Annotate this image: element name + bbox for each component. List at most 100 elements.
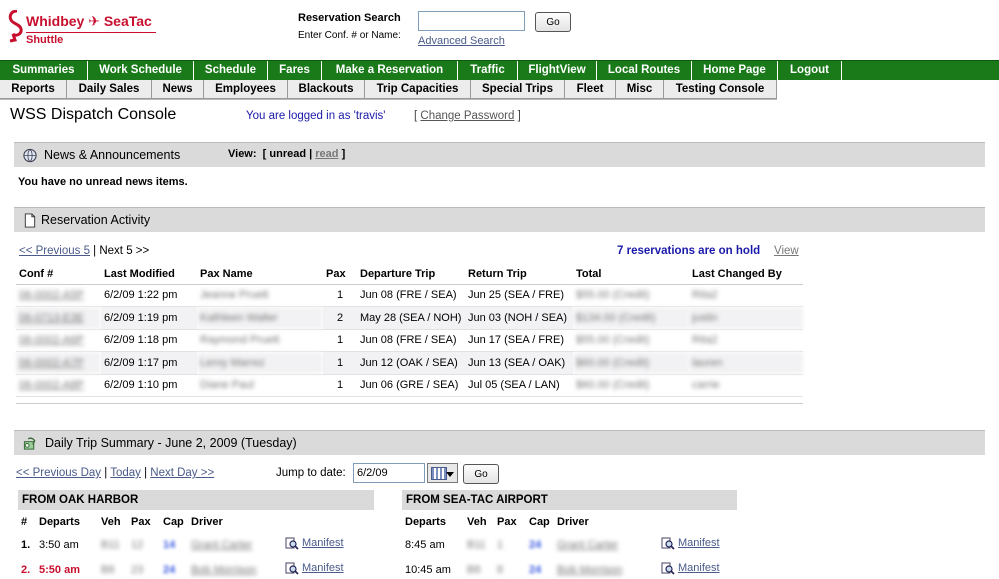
driver-link[interactable]: Bob Morrison bbox=[188, 557, 282, 579]
search-go-button[interactable]: Go bbox=[535, 12, 571, 32]
next-day-link[interactable]: Next Day >> bbox=[150, 467, 214, 479]
oak-header-row: # Departs Veh Pax Cap Driver bbox=[18, 511, 374, 532]
last-changed-by: justin bbox=[689, 306, 803, 330]
departure-trip: May 28 (SEA / NOH) bbox=[357, 306, 465, 330]
conf-number-link[interactable]: 06-0002-A8P bbox=[16, 374, 101, 397]
total-amount: $55.00 (Credit) bbox=[573, 329, 689, 352]
news-view-read-link[interactable]: read bbox=[315, 148, 338, 160]
news-title: News & Announcements bbox=[44, 148, 181, 162]
oak-harbor-table: # Departs Veh Pax Cap Driver 1. 3:50 am B1… bbox=[18, 511, 374, 579]
manifest-link-label[interactable]: Manifest bbox=[302, 562, 344, 574]
oak-col-pax: Pax bbox=[131, 515, 151, 528]
driver-link[interactable]: Bob Morrison bbox=[554, 557, 658, 579]
reservation-section-header: Reservation Activity bbox=[14, 207, 985, 232]
calendar-icon bbox=[431, 467, 447, 480]
nav-blackouts[interactable]: Blackouts bbox=[288, 80, 365, 99]
previous-5-link[interactable]: << Previous 5 bbox=[19, 245, 90, 257]
nav-summaries[interactable]: Summaries bbox=[0, 61, 88, 80]
departs-time: 5:50 am bbox=[39, 563, 80, 576]
nav-traffic[interactable]: Traffic bbox=[458, 61, 518, 80]
news-section-header: News & Announcements bbox=[14, 142, 985, 167]
departs-time: 10:45 am bbox=[405, 563, 451, 576]
col-departure-trip: Departure Trip bbox=[357, 264, 465, 285]
departs-time: 8:45 am bbox=[405, 538, 445, 551]
nav-testing-console[interactable]: Testing Console bbox=[664, 80, 777, 99]
next-5-link[interactable]: Next 5 >> bbox=[99, 245, 149, 257]
manifest-cell: Manifest bbox=[282, 532, 374, 557]
news-empty-message: You have no unread news items. bbox=[18, 176, 188, 188]
sea-col-driver: Driver bbox=[557, 515, 589, 528]
nav-local-routes[interactable]: Local Routes bbox=[597, 61, 692, 80]
advanced-search-link[interactable]: Advanced Search bbox=[418, 35, 505, 47]
manifest-link-label[interactable]: Manifest bbox=[678, 537, 720, 549]
col-last-modified: Last Modified bbox=[101, 264, 197, 285]
nav-employees[interactable]: Employees bbox=[204, 80, 288, 99]
search-input[interactable] bbox=[418, 11, 525, 31]
nav-fares[interactable]: Fares bbox=[268, 61, 322, 80]
oak-col-driver: Driver bbox=[191, 515, 223, 528]
nav-misc[interactable]: Misc bbox=[616, 80, 664, 99]
on-hold-count: 7 reservations are on hold bbox=[617, 245, 761, 257]
conf-number-link[interactable]: 06-0002-A5P bbox=[16, 284, 101, 307]
nav-home-page[interactable]: Home Page bbox=[692, 61, 778, 80]
manifest-link[interactable]: Manifest bbox=[285, 537, 344, 550]
table-row: 8:45 am B11 1 24 Grant Carter Manifest bbox=[402, 532, 737, 557]
previous-day-link[interactable]: << Previous Day bbox=[16, 467, 101, 479]
manifest-link-label[interactable]: Manifest bbox=[678, 562, 720, 574]
nav-reports[interactable]: Reports bbox=[0, 80, 67, 99]
capacity: 24 bbox=[529, 563, 542, 576]
on-hold-view-link[interactable]: View bbox=[774, 245, 799, 257]
nav-work-schedule[interactable]: Work Schedule bbox=[88, 61, 194, 80]
calendar-picker-button[interactable] bbox=[427, 463, 458, 483]
page-title: WSS Dispatch Console bbox=[10, 106, 177, 123]
table-row: 1. 3:50 am B11 12 14 Grant Carter Manifest bbox=[18, 532, 374, 557]
nav-flightview[interactable]: FlightView bbox=[518, 61, 597, 80]
sea-col-pax: Pax bbox=[497, 515, 517, 528]
change-password-link[interactable]: Change Password bbox=[420, 110, 514, 122]
secondary-nav: Reports Daily Sales News Employees Black… bbox=[0, 80, 999, 100]
nav-special-trips[interactable]: Special Trips bbox=[471, 80, 565, 99]
conf-number-link[interactable]: 06-0002-A6P bbox=[16, 329, 101, 352]
table-row: 06-0002-A6P 6/2/09 1:18 pm Raymond Pruett 1… bbox=[16, 329, 803, 352]
nav-make-reservation[interactable]: Make a Reservation bbox=[322, 61, 458, 80]
manifest-link[interactable]: Manifest bbox=[285, 562, 344, 575]
manifest-link-label[interactable]: Manifest bbox=[302, 537, 344, 549]
today-link[interactable]: Today bbox=[110, 467, 141, 479]
jump-date-input[interactable] bbox=[353, 463, 425, 483]
nav-logout[interactable]: Logout bbox=[778, 61, 842, 80]
nav-fleet[interactable]: Fleet bbox=[565, 80, 616, 99]
logo-subtitle: Shuttle bbox=[26, 34, 64, 46]
nav-schedule[interactable]: Schedule bbox=[194, 61, 268, 80]
conf-number-link[interactable]: 06-0002-A7P bbox=[16, 351, 101, 375]
oak-col-num: # bbox=[21, 515, 28, 528]
driver-link[interactable]: Grant Carter bbox=[554, 532, 658, 557]
pax-count: 8 bbox=[497, 563, 504, 576]
news-view-unread: unread bbox=[269, 148, 307, 160]
news-view-filter: View: [ unread | read ] bbox=[228, 148, 346, 160]
oak-harbor-heading: FROM OAK HARBOR bbox=[18, 490, 374, 510]
jump-go-button[interactable]: Go bbox=[463, 464, 499, 484]
logo-mark-icon bbox=[8, 10, 23, 43]
capacity: 24 bbox=[529, 538, 542, 551]
pax-count: 12 bbox=[131, 538, 144, 551]
company-logo[interactable]: Whidbey ✈ SeaTac Shuttle bbox=[8, 10, 158, 50]
nav-trip-capacities[interactable]: Trip Capacities bbox=[365, 80, 471, 99]
nav-daily-sales[interactable]: Daily Sales bbox=[67, 80, 152, 99]
nav-news[interactable]: News bbox=[152, 80, 204, 99]
col-pax-name: Pax Name bbox=[197, 264, 323, 285]
search-title: Reservation Search bbox=[298, 12, 401, 24]
pax-name: Diane Paul bbox=[197, 374, 323, 397]
trip-number: 2. bbox=[21, 563, 31, 576]
col-total: Total bbox=[573, 264, 689, 285]
manifest-link[interactable]: Manifest bbox=[661, 562, 720, 575]
pax-count: 1 bbox=[323, 374, 357, 397]
pax-count: 1 bbox=[323, 284, 357, 307]
driver-link[interactable]: Grant Carter bbox=[188, 532, 282, 557]
last-changed-by: carrie bbox=[689, 374, 803, 397]
last-modified: 6/2/09 1:17 pm bbox=[101, 351, 197, 375]
manifest-link[interactable]: Manifest bbox=[661, 537, 720, 550]
capacity: 14 bbox=[163, 538, 176, 551]
return-trip: Jun 25 (SEA / FRE) bbox=[465, 284, 573, 307]
magnifier-icon bbox=[661, 537, 675, 550]
conf-number-link[interactable]: 06-0713-E3E bbox=[16, 306, 101, 330]
